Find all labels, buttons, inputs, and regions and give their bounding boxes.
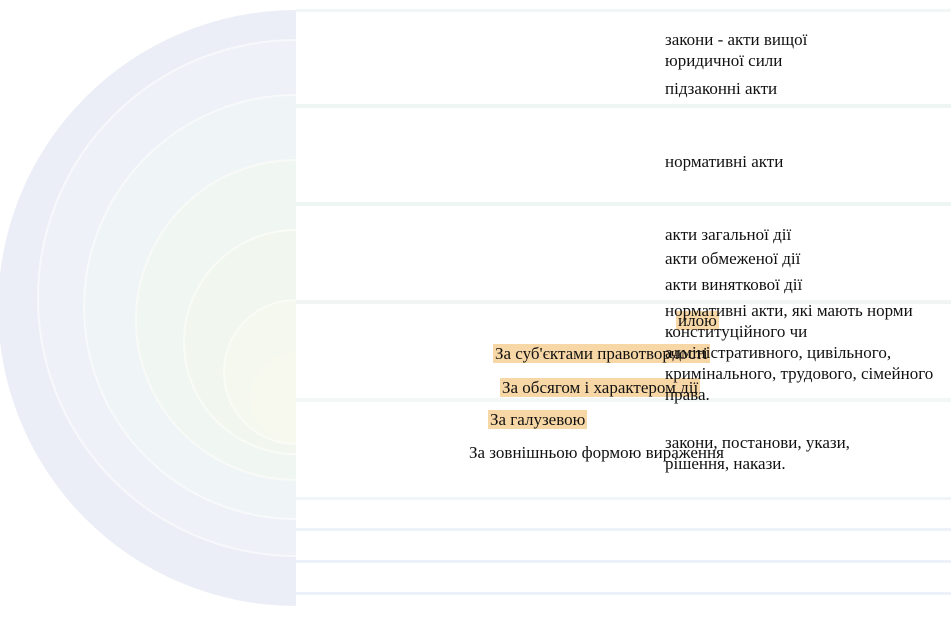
band-line [296,592,951,595]
band-line [296,202,951,206]
band-line [296,104,951,108]
band-line [296,9,951,12]
band-line [296,497,951,500]
item-form-list: закони, постанови, укази, рішення, наказ… [665,433,850,473]
diagram-canvas: закони - акти вищої юридичної сили підза… [0,0,951,618]
item-branch-norms: нормативні акти, які мають норми констит… [665,301,934,404]
category-branch-text: За галузевою [488,410,588,429]
item-normative-acts: нормативні акти [665,152,784,171]
band-line [296,560,951,563]
half-discs [0,10,297,606]
item-bylaws: підзаконні акти [665,79,778,98]
item-limited-acts: акти обмеженої дії [665,249,801,268]
item-laws-higher-force: закони - акти вищої юридичної сили [665,30,808,70]
item-exceptional-acts: акти виняткової дії [665,275,803,294]
category-branch-label: За галузевою [488,409,588,430]
item-general-acts: акти загальної дії [665,225,792,244]
band-line [296,528,951,531]
